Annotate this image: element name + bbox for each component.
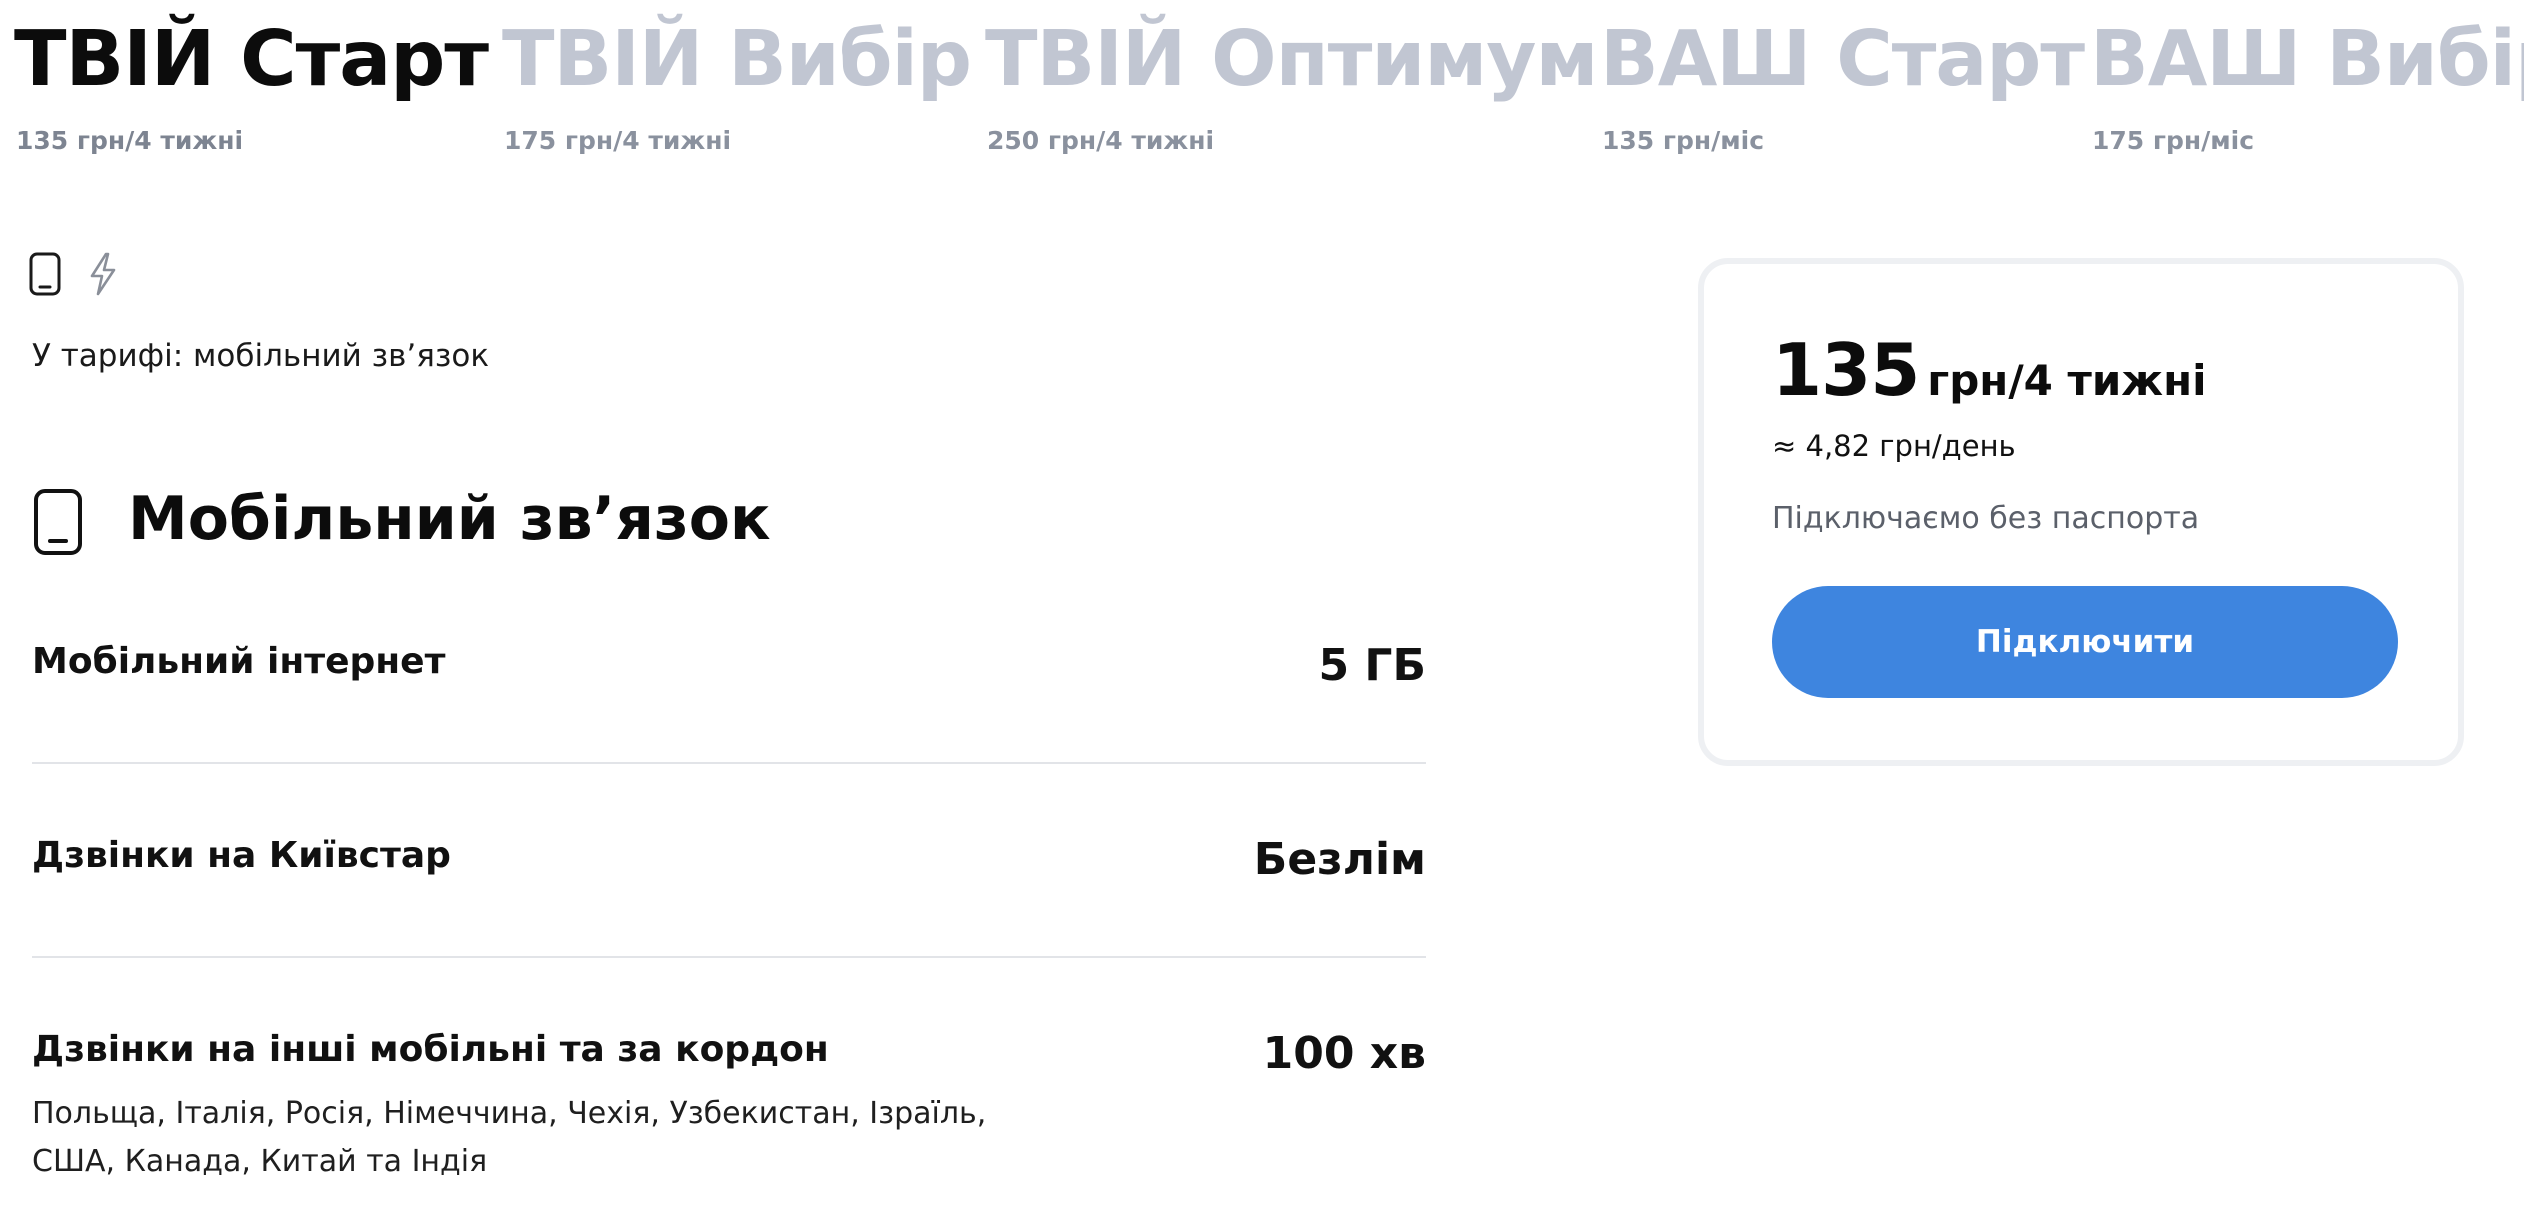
price-card: 135 грн/4 тижні ≈ 4,82 грн/день Підключає… <box>1698 258 2464 766</box>
price-unit: грн/4 тижні <box>1927 356 2207 405</box>
lightning-icon <box>86 252 120 296</box>
tab-price: 175 грн/4 тижні <box>504 126 732 155</box>
price-amount: 135 <box>1772 328 1920 412</box>
phone-icon <box>28 252 62 296</box>
tab-name: ВАШ Старт <box>1600 15 2085 104</box>
tab-name: ВАШ Вибір <box>2090 15 2524 104</box>
tab-vash-vybir[interactable]: ВАШ Вибір 175 грн/міс <box>2090 14 2524 156</box>
tab-name: ТВІЙ Вибір <box>502 15 972 104</box>
tab-vash-start[interactable]: ВАШ Старт 135 грн/міс <box>1600 14 2085 156</box>
feature-value: Безлім <box>1253 834 1426 885</box>
tab-price: 135 грн/міс <box>1602 126 1765 155</box>
feature-note: Польща, Італія, Росія, Німеччина, Чехія,… <box>32 1096 987 1179</box>
tariff-tabs: ТВІЙ Старт 135 грн/4 тижні ТВІЙ Вибір 17… <box>0 0 2524 170</box>
card-note: Підключаємо без паспорта <box>1772 501 2200 536</box>
tab-name: ТВІЙ Старт <box>14 15 489 104</box>
tab-tviy-vybir[interactable]: ТВІЙ Вибір 175 грн/4 тижні <box>502 14 972 156</box>
feature-value: 5 ГБ <box>1318 640 1426 691</box>
tab-name: ТВІЙ Оптимум <box>985 15 1598 104</box>
tab-tviy-optymum[interactable]: ТВІЙ Оптимум 250 грн/4 тижні <box>985 14 1598 156</box>
divider <box>32 762 1426 764</box>
divider <box>32 956 1426 958</box>
feature-label: Мобільний інтернет <box>32 641 446 682</box>
feature-row-calls-other: Дзвінки на інші мобільні та за кордон 10… <box>32 1024 1426 1210</box>
feature-value: 100 хв <box>1262 1028 1426 1079</box>
tariff-includes-icons <box>28 252 120 296</box>
tariff-includes-text: У тарифі: мобільний зв’язок <box>32 338 490 374</box>
tab-tviy-start[interactable]: ТВІЙ Старт 135 грн/4 тижні <box>14 14 489 156</box>
section-title: Мобільний зв’язок <box>128 484 771 554</box>
feature-label: Дзвінки на інші мобільні та за кордон <box>32 1029 829 1070</box>
phone-icon <box>32 488 84 560</box>
feature-row-internet: Мобільний інтернет 5 ГБ <box>32 636 1426 696</box>
tab-price: 135 грн/4 тижні <box>16 126 244 155</box>
feature-row-calls-kyivstar: Дзвінки на Київстар Безлім <box>32 830 1426 890</box>
price-per-day: ≈ 4,82 грн/день <box>1772 429 2016 463</box>
tab-price: 250 грн/4 тижні <box>987 126 1215 155</box>
feature-label: Дзвінки на Київстар <box>32 835 451 876</box>
connect-button[interactable]: Підключити <box>1772 586 2398 698</box>
tab-price: 175 грн/міс <box>2092 126 2255 155</box>
card-price: 135 грн/4 тижні <box>1772 328 2207 423</box>
